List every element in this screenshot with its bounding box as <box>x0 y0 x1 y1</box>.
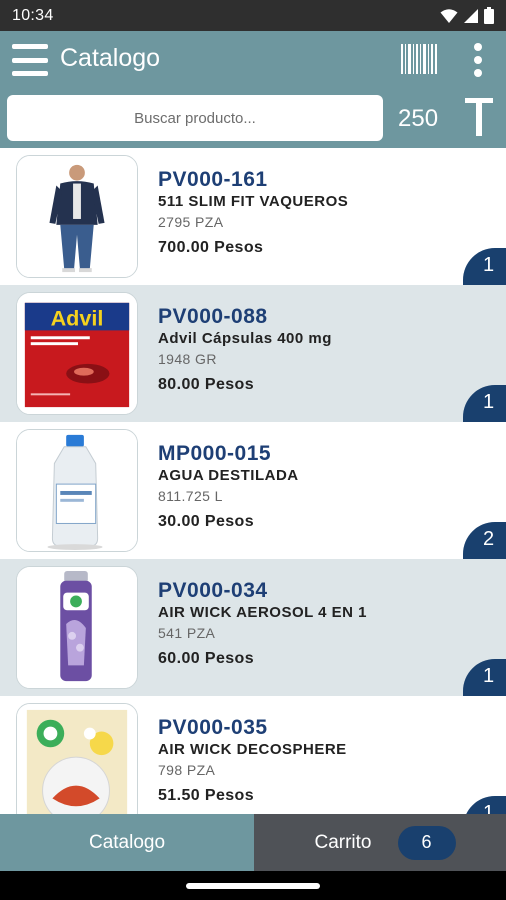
product-stock: 811.725 L <box>158 488 223 504</box>
water-bottle-image <box>17 430 137 551</box>
aerosol-can-image <box>17 567 137 688</box>
product-code: PV000-161 <box>158 168 268 191</box>
barcode-icon[interactable] <box>401 44 437 74</box>
product-stock: 541 PZA <box>158 625 216 641</box>
tab-catalogo-label: Catalogo <box>88 831 166 853</box>
decosphere-box-image <box>17 704 137 814</box>
menu-icon[interactable] <box>12 44 48 76</box>
product-price: 60.00 Pesos <box>158 650 255 667</box>
list-item[interactable]: PV000-035 AIR WICK DECOSPHERE 798 PZA 51… <box>0 696 506 814</box>
product-name: Advil Cápsulas 400 mg <box>158 330 332 347</box>
product-list[interactable]: PV000-161 511 SLIM FIT VAQUEROS 2795 PZA… <box>0 148 506 814</box>
list-item[interactable]: PV000-034 AIR WICK AEROSOL 4 EN 1 541 PZ… <box>0 559 506 696</box>
product-name: AIR WICK DECOSPHERE <box>158 741 347 758</box>
product-price: 80.00 Pesos <box>158 376 255 393</box>
status-bar: 10:34 <box>0 0 506 31</box>
app-bar: Catalogo <box>0 31 506 89</box>
product-price: 700.00 Pesos <box>158 239 264 256</box>
search-bar: 250 <box>0 89 506 148</box>
product-stock: 2795 PZA <box>158 214 224 230</box>
product-code: PV000-034 <box>158 579 268 602</box>
jacket-man-image <box>17 156 137 277</box>
product-price: 30.00 Pesos <box>158 513 255 530</box>
advil-box-image: Advil <box>17 293 137 414</box>
home-gesture-handle[interactable] <box>186 883 320 889</box>
list-item[interactable]: PV000-161 511 SLIM FIT VAQUEROS 2795 PZA… <box>0 148 506 285</box>
quantity-badge[interactable]: 2 <box>463 522 506 559</box>
system-nav-bar <box>0 871 506 900</box>
text-format-icon[interactable] <box>465 95 493 137</box>
list-item[interactable]: Advil PV000-088 Advil Cápsulas 400 mg 19… <box>0 285 506 422</box>
product-name: 511 SLIM FIT VAQUEROS <box>158 193 349 210</box>
product-thumbnail <box>16 429 138 552</box>
tab-carrito-label: Carrito <box>314 831 372 853</box>
product-thumbnail: Advil <box>16 292 138 415</box>
signal-icon <box>464 8 478 23</box>
quantity-badge[interactable]: 1 <box>463 796 506 814</box>
quantity-badge[interactable]: 1 <box>463 248 506 285</box>
status-icons <box>440 7 494 24</box>
product-code: MP000-015 <box>158 442 272 465</box>
search-input[interactable] <box>7 95 383 141</box>
product-name: AGUA DESTILADA <box>158 467 299 484</box>
battery-icon <box>484 7 494 24</box>
quantity-badge[interactable]: 1 <box>463 659 506 696</box>
product-name: AIR WICK AEROSOL 4 EN 1 <box>158 604 368 621</box>
tab-catalogo[interactable]: Catalogo <box>0 814 254 871</box>
product-thumbnail <box>16 703 138 814</box>
more-vert-icon[interactable] <box>472 43 484 77</box>
product-stock: 1948 GR <box>158 351 217 367</box>
status-time: 10:34 <box>12 6 54 24</box>
screen: 10:34 Catalogo 250 <box>0 0 506 900</box>
product-thumbnail <box>16 566 138 689</box>
wifi-icon <box>440 8 458 23</box>
list-item[interactable]: MP000-015 AGUA DESTILADA 811.725 L 30.00… <box>0 422 506 559</box>
product-count: 250 <box>398 105 439 132</box>
product-code: PV000-035 <box>158 716 268 739</box>
tab-carrito[interactable]: Carrito 6 <box>254 814 506 871</box>
cart-count-badge: 6 <box>397 825 456 860</box>
product-code: PV000-088 <box>158 305 268 328</box>
quantity-badge[interactable]: 1 <box>463 385 506 422</box>
product-price: 51.50 Pesos <box>158 787 255 804</box>
bottom-tab-bar: Catalogo Carrito 6 <box>0 814 506 871</box>
product-thumbnail <box>16 155 138 278</box>
product-stock: 798 PZA <box>158 762 216 778</box>
page-title: Catalogo <box>60 44 161 72</box>
advil-logo-text: Advil <box>51 305 104 330</box>
